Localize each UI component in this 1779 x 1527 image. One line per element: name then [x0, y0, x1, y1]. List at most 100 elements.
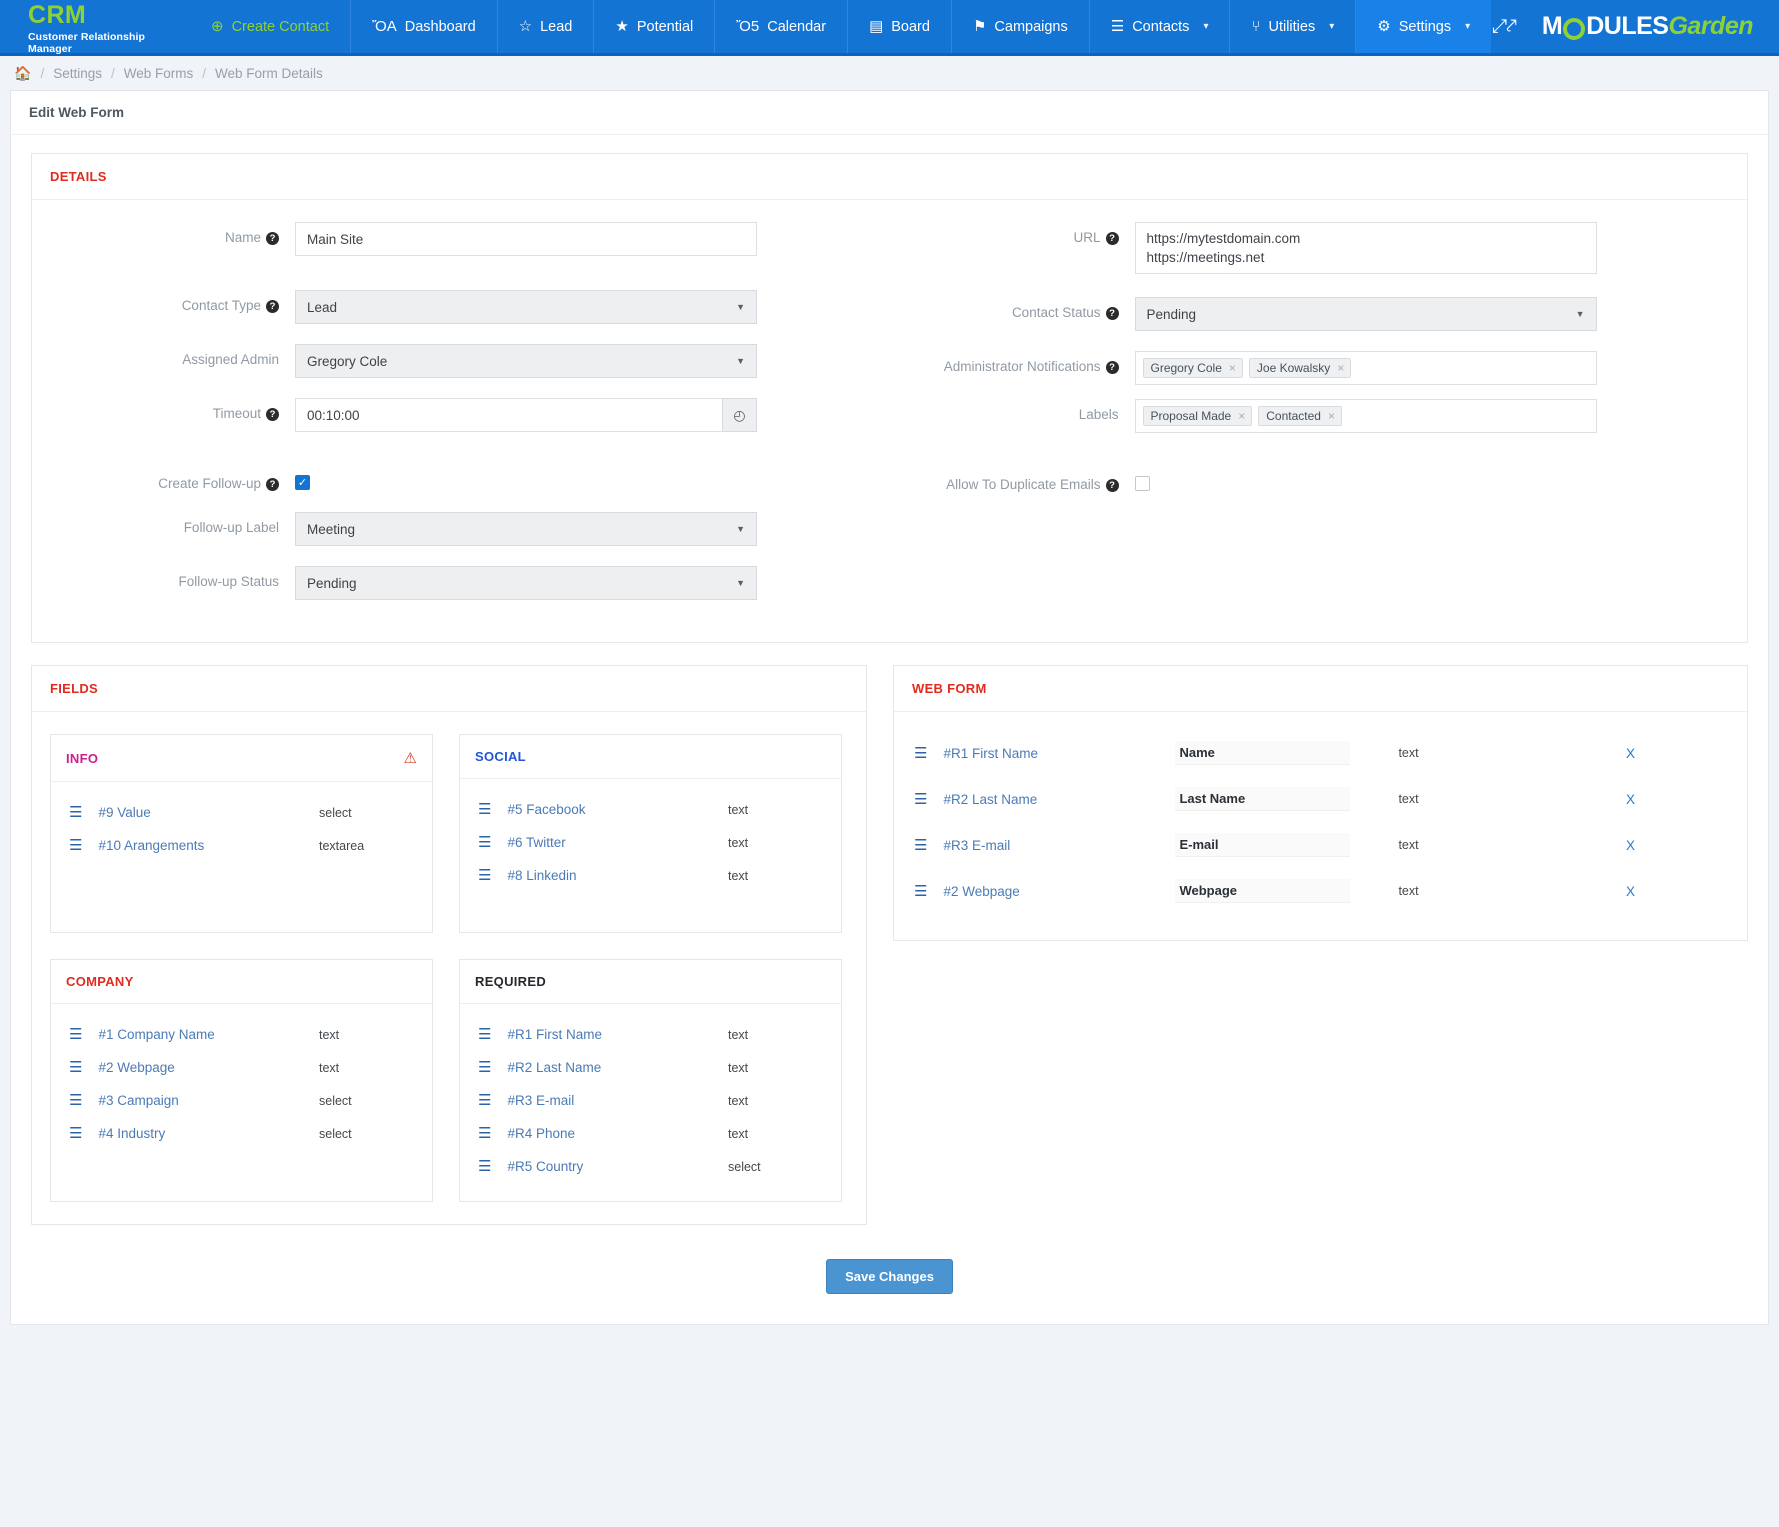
create-followup-checkbox[interactable]: ✓ [295, 475, 310, 490]
remove-webform-row-button[interactable]: X [1626, 792, 1727, 807]
field-row[interactable]: ☰#3 Campaignselect [51, 1084, 432, 1117]
webform-row-label-input[interactable] [1175, 787, 1350, 811]
fields-panel: FIELDS INFO⚠☰#9 Valueselect☰#10 Arangeme… [31, 665, 867, 1225]
brand-logo[interactable]: CRM Customer Relationship Manager [0, 0, 190, 53]
contact-status-select[interactable]: Pending▼ [1135, 297, 1597, 331]
remove-webform-row-button[interactable]: X [1626, 884, 1727, 899]
field-row[interactable]: ☰#10 Arangementstextarea [51, 829, 432, 862]
remove-webform-row-button[interactable]: X [1626, 746, 1727, 761]
allow-duplicate-emails-checkbox[interactable] [1135, 476, 1150, 491]
field-row[interactable]: ☰#8 Linkedintext [460, 859, 841, 892]
nav-item-contacts[interactable]: ☰Contacts▾ [1089, 0, 1230, 53]
remove-webform-row-button[interactable]: X [1626, 838, 1727, 853]
drag-handle-icon[interactable]: ☰ [478, 868, 491, 883]
drag-handle-icon[interactable]: ☰ [69, 838, 82, 853]
drag-handle-icon[interactable]: ☰ [478, 1126, 491, 1141]
contact-type-select[interactable]: Lead▼ [295, 290, 757, 324]
breadcrumb-item-settings[interactable]: Settings [53, 66, 102, 81]
drag-handle-icon[interactable]: ☰ [478, 1027, 491, 1042]
field-row[interactable]: ☰#1 Company Nametext [51, 1018, 432, 1051]
nav-item-create-contact[interactable]: ⊕Create Contact [190, 0, 350, 53]
nav-item-dashboard[interactable]: ὌADashboard [350, 0, 497, 53]
nav-item-lead[interactable]: ☆Lead [497, 0, 594, 53]
drag-handle-icon[interactable]: ☰ [914, 792, 927, 807]
timeout-field[interactable] [295, 398, 722, 432]
drag-handle-icon[interactable]: ☰ [478, 802, 491, 817]
help-icon[interactable]: ? [266, 232, 279, 245]
field-row[interactable]: ☰#R4 Phonetext [460, 1117, 841, 1150]
drag-handle-icon[interactable]: ☰ [478, 1159, 491, 1174]
drag-handle-icon[interactable]: ☰ [914, 838, 927, 853]
field-row-name: #10 Arangements [98, 838, 319, 853]
clock-icon[interactable]: ◴ [722, 398, 757, 432]
remove-tag-icon[interactable]: × [1229, 361, 1236, 375]
followup-label-select[interactable]: Meeting▼ [295, 512, 757, 546]
field-row[interactable]: ☰#9 Valueselect [51, 796, 432, 829]
top-navigation-bar: CRM Customer Relationship Manager ⊕Creat… [0, 0, 1779, 56]
remove-tag-icon[interactable]: × [1337, 361, 1344, 375]
field-label: Administrator Notifications? [890, 351, 1135, 375]
nav-item-potential[interactable]: ★Potential [593, 0, 714, 53]
field-row[interactable]: ☰#R1 First Nametext [460, 1018, 841, 1051]
field-control: Meeting▼ [295, 512, 757, 546]
field-row[interactable]: ☰#R3 E-mailtext [460, 1084, 841, 1117]
drag-handle-icon[interactable]: ☰ [478, 1093, 491, 1108]
nav-item-calendar[interactable]: Ὄ5Calendar [714, 0, 847, 53]
field-row-name: #6 Twitter [507, 835, 728, 850]
help-icon[interactable]: ? [266, 300, 279, 313]
field-label-text: Contact Status [1012, 305, 1101, 320]
assigned-admin-select[interactable]: Gregory Cole▼ [295, 344, 757, 378]
field-group-body: ☰#1 Company Nametext☰#2 Webpagetext☰#3 C… [51, 1004, 432, 1168]
nav-item-settings[interactable]: ⚙Settings▾ [1355, 0, 1491, 53]
field-label: Labels [890, 399, 1135, 422]
drag-handle-icon[interactable]: ☰ [914, 884, 927, 899]
labels-field[interactable]: Proposal Made×Contacted× [1135, 399, 1597, 433]
nav-item-board[interactable]: ▤Board [847, 0, 951, 53]
breadcrumb-item-web-forms[interactable]: Web Forms [124, 66, 194, 81]
drag-handle-icon[interactable]: ☰ [69, 1027, 82, 1042]
webform-row: ☰#2 WebpagetextX [904, 868, 1737, 914]
nav-item-utilities[interactable]: ⑂Utilities▾ [1229, 0, 1355, 53]
home-icon[interactable]: 🏠 [14, 65, 31, 82]
webform-row-label-input[interactable] [1175, 741, 1350, 765]
calendar-icon: Ὄ5 [736, 19, 759, 34]
drag-handle-icon[interactable]: ☰ [69, 1060, 82, 1075]
field-label-text: Administrator Notifications [944, 359, 1101, 374]
drag-handle-icon[interactable]: ☰ [69, 1093, 82, 1108]
board-icon: ▤ [869, 19, 883, 34]
followup-status-select[interactable]: Pending▼ [295, 566, 757, 600]
drag-handle-icon[interactable]: ☰ [69, 1126, 82, 1141]
drag-handle-icon[interactable]: ☰ [914, 746, 927, 761]
field-row[interactable]: ☰#R5 Countryselect [460, 1150, 841, 1183]
help-icon[interactable]: ? [1106, 307, 1119, 320]
help-icon[interactable]: ? [1106, 361, 1119, 374]
field-row[interactable]: ☰#2 Webpagetext [51, 1051, 432, 1084]
drag-handle-icon[interactable]: ☰ [69, 805, 82, 820]
url-field[interactable] [1135, 222, 1597, 274]
field-row-type: text [728, 836, 823, 850]
administrator-notifications-field[interactable]: Gregory Cole×Joe Kowalsky× [1135, 351, 1597, 385]
name-field[interactable] [295, 222, 757, 256]
webform-row-label-input[interactable] [1175, 879, 1350, 903]
help-icon[interactable]: ? [266, 408, 279, 421]
webform-row-label-input[interactable] [1175, 833, 1350, 857]
help-icon[interactable]: ? [1106, 479, 1119, 492]
help-icon[interactable]: ? [266, 478, 279, 491]
remove-tag-icon[interactable]: × [1328, 409, 1335, 423]
save-changes-button[interactable]: Save Changes [826, 1259, 953, 1294]
drag-handle-icon[interactable]: ☰ [478, 1060, 491, 1075]
drag-handle-icon[interactable]: ☰ [478, 835, 491, 850]
field-control: Pending▼ [295, 566, 757, 600]
help-icon[interactable]: ? [1106, 232, 1119, 245]
expand-arrows-icon[interactable]: ⤢⤤ [1492, 16, 1516, 38]
field-row[interactable]: ☰#5 Facebooktext [460, 793, 841, 826]
nav-item-campaigns[interactable]: ⚑Campaigns [951, 0, 1089, 53]
field-control: ✓ [295, 468, 757, 490]
remove-tag-icon[interactable]: × [1238, 409, 1245, 423]
field-row[interactable]: ☰#4 Industryselect [51, 1117, 432, 1150]
field-row[interactable]: ☰#R2 Last Nametext [460, 1051, 841, 1084]
field-row[interactable]: ☰ #6 Twittertext [460, 826, 841, 859]
timeout-input-group: ◴ [295, 398, 757, 432]
brand-subtitle: Customer Relationship Manager [28, 31, 190, 55]
webform-row-name: #R1 First Name [943, 746, 1175, 761]
